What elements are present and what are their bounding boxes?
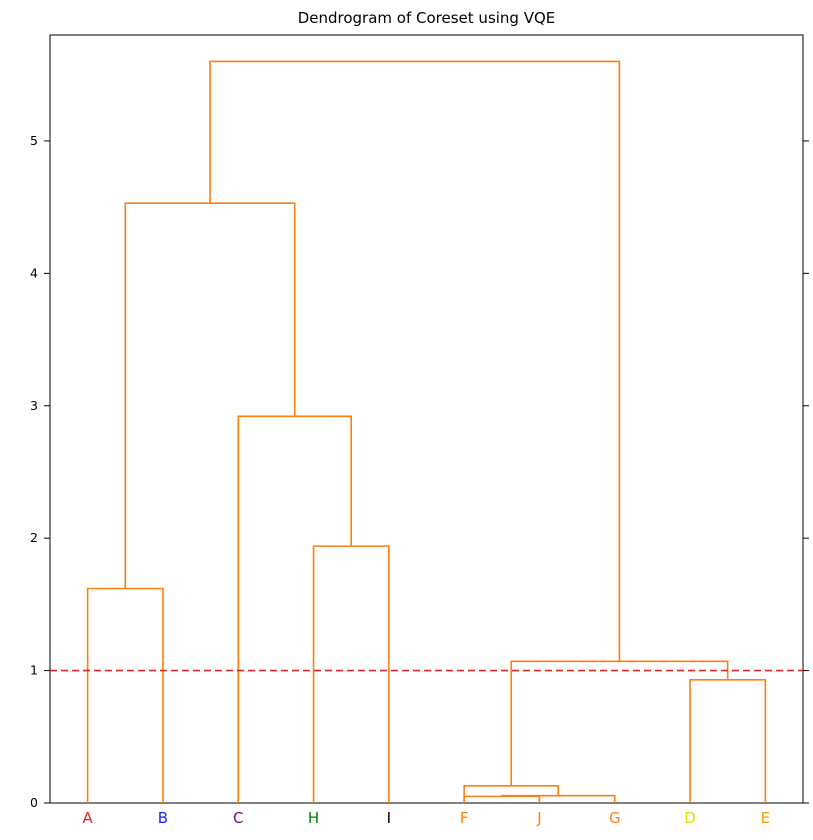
y-tick-label: 1 bbox=[30, 663, 38, 678]
x-axis: ABCHIFJGDE bbox=[83, 809, 771, 827]
dendro-link bbox=[690, 680, 765, 803]
dendrogram-lines bbox=[88, 61, 766, 803]
leaf-label: G bbox=[609, 809, 621, 827]
dendro-link bbox=[238, 416, 351, 803]
dendro-link bbox=[210, 61, 619, 661]
leaf-label: I bbox=[387, 809, 391, 827]
leaf-label: A bbox=[83, 809, 94, 827]
y-tick-label: 3 bbox=[30, 398, 38, 413]
y-tick-label: 5 bbox=[30, 133, 38, 148]
dendro-link bbox=[464, 786, 558, 803]
y-tick-label: 0 bbox=[30, 795, 38, 810]
dendro-link bbox=[314, 546, 389, 803]
leaf-label: J bbox=[536, 809, 541, 827]
leaf-label: C bbox=[233, 809, 243, 827]
chart-title: Dendrogram of Coreset using VQE bbox=[298, 9, 556, 27]
leaf-label: D bbox=[684, 809, 696, 827]
y-tick-label: 2 bbox=[30, 530, 38, 545]
dendro-link bbox=[125, 203, 294, 588]
dendro-link bbox=[464, 796, 539, 803]
dendro-link bbox=[88, 588, 163, 803]
y-axis: 0 1 2 3 4 5 bbox=[30, 133, 809, 810]
leaf-label: E bbox=[761, 809, 770, 827]
leaf-label: B bbox=[158, 809, 168, 827]
leaf-label: H bbox=[308, 809, 319, 827]
leaf-label: F bbox=[460, 809, 469, 827]
y-tick-label: 4 bbox=[30, 265, 38, 280]
